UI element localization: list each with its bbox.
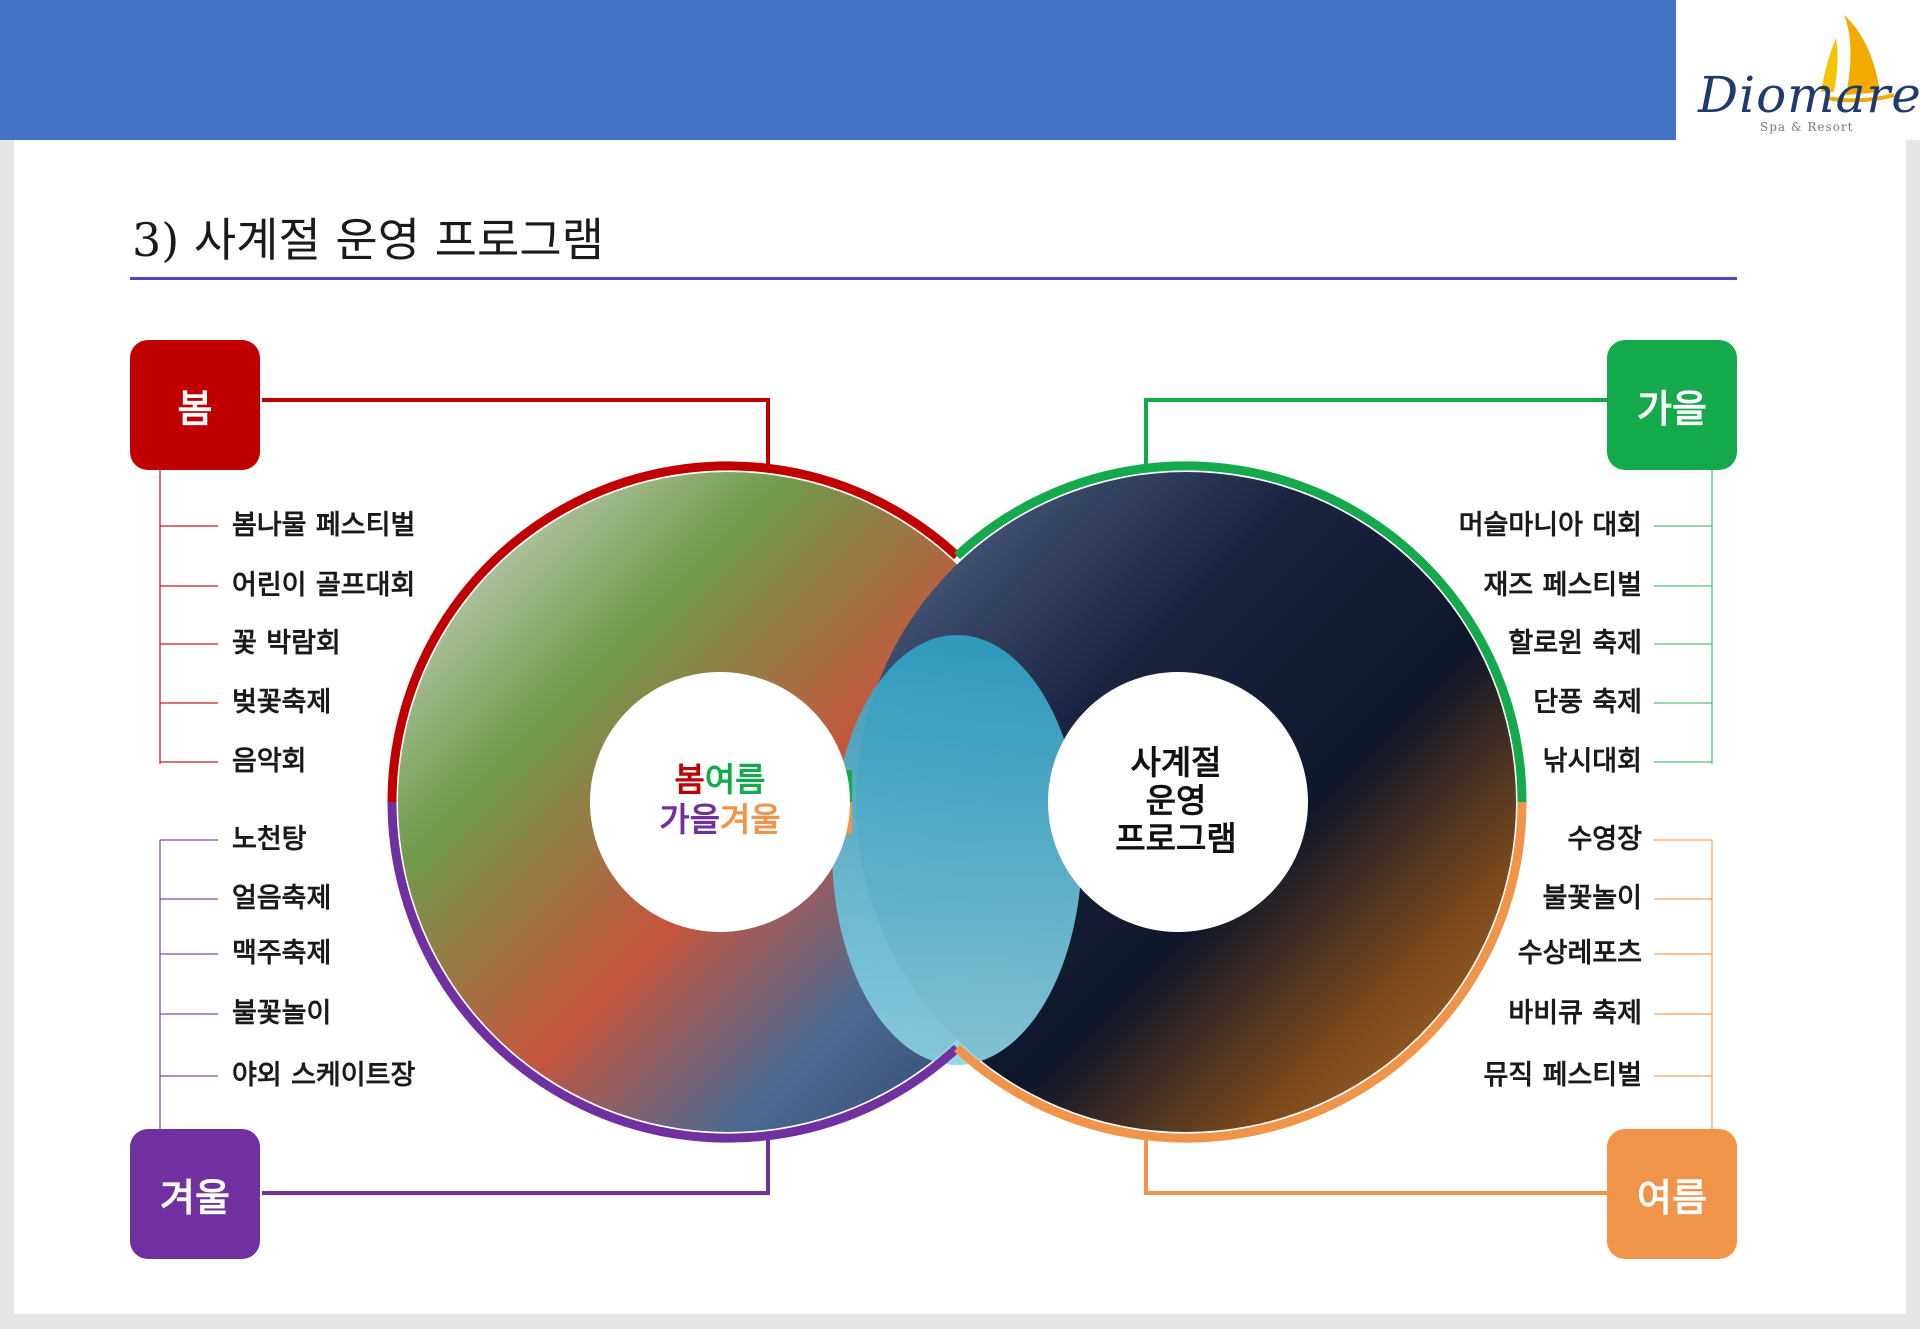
fall-item: 낚시대회: [1542, 746, 1642, 777]
winter-item: 야외 스케이트장: [232, 1060, 416, 1091]
center-line-1: 사계절: [1130, 743, 1222, 782]
summer-item-lines: [1654, 839, 1713, 1129]
winter-item: 노천탕: [232, 824, 307, 855]
center-line-2: 운영: [1145, 781, 1207, 820]
fall-item: 단풍 축제: [1533, 687, 1642, 718]
summer-item: 수상레포츠: [1517, 938, 1642, 969]
spring-label-box: 봄: [130, 340, 260, 470]
fall-item-lines: [1654, 470, 1713, 764]
fall-label-box: 가을: [1607, 340, 1737, 470]
spring-item-lines: [159, 470, 218, 764]
summer-item: 뮤직 페스티벌: [1483, 1060, 1642, 1091]
center-word-spring: 봄: [674, 760, 705, 799]
summer-item: 수영장: [1567, 824, 1642, 855]
fall-item: 재즈 페스티벌: [1483, 570, 1642, 601]
fall-item: 할로윈 축제: [1508, 628, 1642, 659]
program-center-label: 사계절 운영 프로그램: [1046, 744, 1306, 858]
winter-connector: [262, 1132, 770, 1195]
winter-item: 불꽃놀이: [232, 998, 332, 1029]
spring-item: 어린이 골프대회: [232, 570, 416, 601]
fall-item: 머슬마니아 대회: [1458, 510, 1642, 541]
summer-item: 바비큐 축제: [1508, 998, 1642, 1029]
winter-item-lines: [159, 839, 218, 1129]
center-word-summer: 여름: [704, 760, 766, 799]
spring-item: 벚꽃축제: [232, 687, 332, 718]
center-line-3: 프로그램: [1115, 819, 1237, 858]
winter-item: 맥주축제: [232, 938, 332, 969]
winter-label-box: 겨울: [130, 1129, 260, 1259]
spring-item: 음악회: [232, 746, 307, 777]
fall-connector: [1144, 398, 1607, 471]
winter-item: 얼음축제: [232, 883, 332, 914]
center-word-winter: 겨울: [720, 800, 781, 839]
seasons-center-label: 봄여름 가을겨울: [590, 760, 850, 840]
spring-item: 봄나물 페스티벌: [232, 510, 416, 541]
spring-connector: [262, 398, 770, 471]
summer-item: 불꽃놀이: [1542, 883, 1642, 914]
pool-photo-overlap: [832, 635, 1082, 1065]
spring-item: 꽃 박람회: [232, 628, 341, 659]
summer-label-box: 여름: [1607, 1129, 1737, 1259]
center-word-fall: 가을: [659, 800, 720, 839]
